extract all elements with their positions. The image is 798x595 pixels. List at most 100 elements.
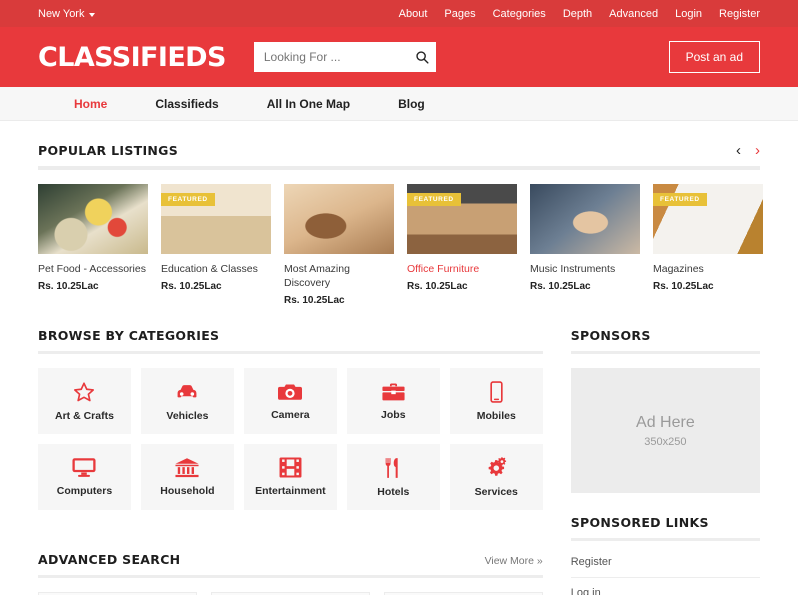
top-nav: About Pages Categories Depth Advanced Lo…: [399, 8, 760, 20]
category-tile-camera[interactable]: Camera: [243, 368, 337, 435]
category-label: Art & Crafts: [55, 409, 114, 422]
popular-listings-carousel: Pet Food - Accessories Rs. 10.25Lac FEAT…: [38, 184, 763, 306]
category-label: Hotels: [377, 485, 410, 498]
category-label: Services: [474, 485, 518, 498]
category-label: Computers: [56, 485, 113, 498]
sponsors-title: SPONSORS: [570, 328, 651, 344]
categories-header: BROWSE BY CATEGORIES: [38, 306, 543, 343]
sponsored-link-log-in[interactable]: Log in: [571, 578, 760, 595]
category-tile-computers[interactable]: Computers: [38, 444, 131, 511]
nav-item-home[interactable]: Home: [50, 97, 131, 111]
top-nav-item-login[interactable]: Login: [675, 8, 702, 20]
ad-placeholder-size: 350x250: [644, 435, 687, 448]
category-tile-vehicles[interactable]: Vehicles: [140, 368, 234, 435]
bank-building-icon: [175, 457, 199, 478]
monitor-icon: [72, 457, 97, 478]
top-nav-item-advanced[interactable]: Advanced: [609, 8, 658, 20]
category-tile-entertainment[interactable]: Entertainment: [243, 444, 337, 511]
category-label: Jobs: [381, 409, 406, 422]
sponsored-link-register[interactable]: Register: [570, 547, 760, 579]
category-tile-jobs[interactable]: Jobs: [346, 368, 440, 435]
camera-icon: [278, 381, 303, 402]
site-header: CLASSIFIEDS Post an ad: [0, 27, 798, 87]
category-label: Household: [160, 485, 215, 498]
search-icon: [416, 51, 429, 64]
popular-listings-title: POPULAR LISTINGS: [38, 143, 179, 158]
section-divider: [38, 166, 760, 170]
film-strip-icon: [279, 457, 302, 478]
top-nav-item-categories[interactable]: Categories: [493, 8, 546, 20]
chevron-down-icon: [89, 12, 96, 17]
sponsors-header: SPONSORS: [571, 306, 760, 343]
listing-price: Rs. 10.25Lac: [161, 281, 222, 293]
top-nav-item-pages[interactable]: Pages: [444, 8, 475, 20]
category-grid: Art & Crafts Vehicles Camera Jobs Mobile…: [38, 368, 543, 511]
search-button[interactable]: [415, 50, 429, 64]
main-nav-bar: Home Classifieds All In One Map Blog: [0, 87, 798, 121]
listing-thumbnail: [38, 184, 148, 254]
star-icon: [73, 381, 95, 403]
listing-thumbnail: FEATURED: [407, 184, 517, 254]
category-tile-art-crafts[interactable]: Art & Crafts: [38, 368, 131, 435]
gears-icon: [484, 457, 508, 479]
main-column: BROWSE BY CATEGORIES Art & Crafts Vehicl…: [38, 306, 543, 595]
car-icon: [175, 381, 199, 403]
listing-thumbnail: [284, 184, 394, 254]
section-divider: [570, 538, 760, 542]
post-an-ad-button[interactable]: Post an ad: [668, 41, 760, 73]
listing-card[interactable]: Music Instruments Rs. 10.25Lac: [530, 184, 640, 306]
listing-price: Rs. 10.25Lac: [38, 281, 99, 293]
category-tile-household[interactable]: Household: [140, 444, 234, 511]
category-tile-hotels[interactable]: Hotels: [346, 444, 440, 511]
listing-card[interactable]: FEATURED Education & Classes Rs. 10.25La…: [161, 184, 271, 306]
category-label: Mobiles: [476, 409, 516, 422]
advanced-search-section: ADVANCED SEARCH View More »: [38, 530, 543, 595]
city-selector[interactable]: New York: [38, 7, 96, 20]
popular-listings-header: POPULAR LISTINGS ‹ ›: [38, 121, 760, 158]
ad-placeholder-label: Ad Here: [636, 413, 695, 431]
featured-badge: FEATURED: [653, 193, 707, 206]
section-divider: [570, 351, 760, 355]
search-input[interactable]: [253, 42, 436, 72]
sponsor-ad-placeholder[interactable]: Ad Here 350x250: [570, 368, 760, 494]
listing-title[interactable]: Magazines: [653, 262, 763, 276]
section-divider: [38, 351, 543, 355]
listing-card[interactable]: FEATURED Magazines Rs. 10.25Lac: [653, 184, 763, 306]
listing-card[interactable]: Pet Food - Accessories Rs. 10.25Lac: [38, 184, 148, 306]
category-tile-services[interactable]: Services: [449, 444, 543, 511]
view-more-link[interactable]: View More »: [485, 555, 543, 567]
listing-title[interactable]: Pet Food - Accessories: [38, 262, 148, 276]
top-nav-item-about[interactable]: About: [399, 8, 428, 20]
chevron-left-icon[interactable]: ‹: [736, 143, 741, 158]
listing-price: Rs. 10.25Lac: [407, 281, 468, 293]
nav-item-classifieds[interactable]: Classifieds: [131, 97, 242, 111]
nav-item-blog[interactable]: Blog: [374, 97, 449, 111]
top-nav-item-register[interactable]: Register: [719, 8, 760, 20]
site-logo[interactable]: CLASSIFIEDS: [38, 42, 226, 73]
nav-item-all-in-one-map[interactable]: All In One Map: [243, 97, 374, 111]
carousel-controls: ‹ ›: [736, 143, 760, 158]
sponsored-links-list: Register Log in: [570, 547, 760, 595]
listing-card[interactable]: Most Amazing Discovery Rs. 10.25Lac: [284, 184, 394, 306]
advanced-search-header: ADVANCED SEARCH View More »: [38, 530, 543, 567]
category-label: Camera: [271, 409, 310, 422]
listing-title[interactable]: Music Instruments: [530, 262, 640, 276]
listing-title[interactable]: Most Amazing Discovery: [284, 262, 394, 290]
listing-card[interactable]: FEATURED Office Furniture Rs. 10.25Lac: [407, 184, 517, 306]
listing-title[interactable]: Education & Classes: [161, 262, 271, 276]
featured-badge: FEATURED: [161, 193, 215, 206]
listing-thumbnail: [530, 184, 640, 254]
top-nav-item-depth[interactable]: Depth: [563, 8, 592, 20]
search-box: [253, 42, 436, 72]
city-selector-label: New York: [38, 7, 85, 20]
listing-price: Rs. 10.25Lac: [530, 281, 591, 293]
mobile-phone-icon: [490, 381, 503, 403]
chevron-right-icon[interactable]: ›: [755, 143, 760, 158]
top-utility-bar: New York About Pages Categories Depth Ad…: [0, 0, 798, 27]
fork-knife-icon: [383, 457, 403, 479]
listing-price: Rs. 10.25Lac: [284, 295, 345, 307]
listing-thumbnail: FEATURED: [161, 184, 271, 254]
category-label: Vehicles: [166, 409, 209, 422]
listing-title[interactable]: Office Furniture: [407, 262, 517, 276]
category-tile-mobiles[interactable]: Mobiles: [449, 368, 543, 435]
